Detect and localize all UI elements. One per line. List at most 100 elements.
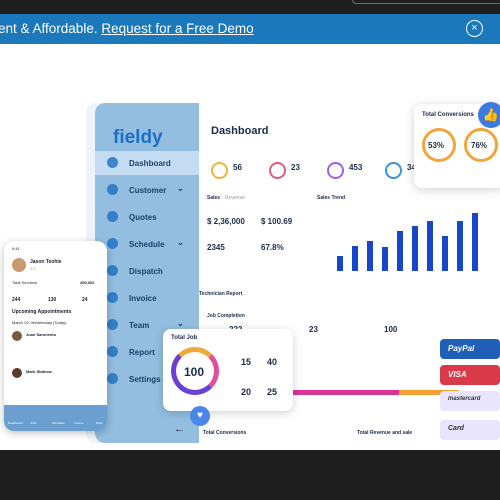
phone-time: 9:41: [12, 246, 20, 251]
sidebar-item-schedule[interactable]: Schedule ⌄: [95, 232, 199, 256]
phone-nav-schedule[interactable]: Schedule: [52, 421, 65, 425]
job-value-3: 100: [384, 325, 398, 334]
chevron-down-icon: ⌄: [177, 184, 184, 193]
nav-icon: [107, 373, 118, 384]
appointment-1-name[interactable]: Juan Sarmiento: [26, 332, 56, 337]
banner-text: ent & Affordable. Request for a Free Dem…: [0, 21, 254, 36]
nav-icon: [107, 346, 118, 357]
sales-value-1: $ 2,36,000: [207, 217, 245, 226]
trend-bar: [412, 226, 418, 271]
top-strip: [0, 0, 500, 14]
page-title: Dashboard: [211, 125, 269, 137]
sales-value-4: 67.8%: [261, 243, 284, 252]
heart-icon: ♥: [190, 406, 210, 426]
sidebar-item-label: Schedule: [129, 240, 165, 249]
job-item-1: 15: [241, 357, 252, 367]
appointment-date: March 02, Wednesday (Today): [12, 320, 67, 325]
free-demo-link[interactable]: Request for a Free Demo: [101, 21, 253, 36]
job-value-2: 23: [309, 325, 318, 334]
trend-bar: [427, 221, 433, 271]
sidebar-item-dispatch[interactable]: Dispatch: [95, 259, 199, 283]
sidebar-item-invoice[interactable]: Invoice: [95, 286, 199, 310]
trend-bar: [397, 231, 403, 271]
nav-icon: [107, 184, 118, 195]
appointment-2-name[interactable]: Mark Stathew: [26, 369, 52, 374]
phone-nav-more[interactable]: More: [96, 421, 103, 425]
visa-card: VISA: [440, 365, 500, 385]
nav-icon: [107, 211, 118, 222]
stat-icon: [385, 162, 402, 179]
total-services-label: Total Services: [12, 280, 37, 285]
sidebar-item-dashboard[interactable]: Dashboard: [95, 151, 199, 175]
total-job-value: 100: [184, 365, 205, 379]
sales-tab[interactable]: Sales: [207, 195, 220, 201]
trend-bar: [442, 236, 448, 271]
total-services-value: 250,002: [80, 280, 95, 285]
paypal-card: PayPal: [440, 339, 500, 359]
nav-icon: [107, 265, 118, 276]
jobs-value-2: 130: [48, 297, 57, 303]
nav-icon: [107, 238, 118, 249]
sidebar-item-label: Dispatch: [129, 267, 163, 276]
stat-icon: [211, 162, 228, 179]
stat-icon: [269, 162, 286, 179]
conversion-value-2: 76%: [471, 141, 488, 150]
stat-icon: [327, 162, 344, 179]
phone-nav-invoice[interactable]: Invoice: [74, 421, 84, 425]
phone-user-name: Jason Teohie: [30, 259, 62, 265]
bottom-strip: [0, 450, 500, 500]
job-item-4: 25: [267, 387, 278, 397]
total-conversions-bottom: Total Conversions: [203, 430, 247, 436]
back-arrow-icon[interactable]: ←: [174, 423, 185, 435]
close-icon[interactable]: ×: [466, 20, 483, 37]
conversions-card-title: Total Conversions: [422, 112, 474, 118]
job-item-2: 40: [267, 357, 278, 367]
total-job-title: Total Job: [171, 335, 198, 341]
promo-banner: ent & Affordable. Request for a Free Dem…: [0, 14, 500, 44]
fieldy-logo: fieldy: [113, 127, 163, 148]
total-job-card: Total Job 100 15 40 20 25: [163, 329, 293, 411]
nav-icon: [107, 319, 118, 330]
revenue-tab[interactable]: Revenue: [225, 195, 245, 201]
apple-pay-card: Card: [440, 420, 500, 440]
phone-nav-jobs[interactable]: Jobs: [30, 421, 36, 425]
sidebar-item-quotes[interactable]: Quotes: [95, 205, 199, 229]
trend-bar: [472, 213, 478, 271]
avatar: [12, 368, 22, 378]
sales-trend-title: Sales Trend: [317, 195, 346, 201]
sidebar-item-label: Invoice: [129, 294, 157, 303]
upcoming-label: Upcoming Appointments: [12, 309, 72, 315]
phone-nav-dashboard[interactable]: Dashboard: [8, 421, 23, 425]
phone-bottom-nav: Dashboard Jobs Schedule Invoice More: [4, 405, 107, 431]
top-button-outline[interactable]: [352, 0, 500, 4]
sidebar-item-label: Dashboard: [129, 159, 171, 168]
progress-bar: [289, 390, 399, 395]
phone-rating: 4.9: [30, 266, 36, 271]
phone-mockup: 9:41 Jason Teohie 4.9 Total Services 250…: [4, 241, 107, 431]
conversion-value-1: 53%: [428, 141, 445, 150]
banner-message: ent & Affordable.: [0, 21, 102, 36]
sidebar-item-label: Settings: [129, 375, 161, 384]
sales-value-2: $ 100.69: [261, 217, 293, 226]
stat-value: 23: [291, 163, 300, 172]
trend-bar: [367, 241, 373, 271]
sidebar-item-label: Customer: [129, 186, 167, 195]
mastercard-card: mastercard: [440, 391, 500, 411]
trend-bar: [352, 246, 358, 271]
stat-value: 56: [233, 163, 242, 172]
thumbs-up-icon: 👍: [478, 102, 500, 128]
trend-bar: [457, 221, 463, 271]
total-revenue-bottom: Total Revenue and sale: [357, 430, 413, 436]
chevron-down-icon: ⌄: [177, 238, 184, 247]
avatar: [12, 258, 26, 272]
avatar: [12, 331, 22, 341]
sales-value-3: 2345: [207, 243, 225, 252]
sidebar-item-label: Team: [129, 321, 150, 330]
nav-icon: [107, 157, 118, 168]
jobs-value-1: 244: [12, 297, 21, 303]
jobs-value-3: 24: [82, 297, 88, 303]
stat-value: 453: [349, 163, 363, 172]
sidebar-item-customer[interactable]: Customer ⌄: [95, 178, 199, 202]
job-completion-title: Job Completion: [207, 313, 245, 319]
trend-bar: [337, 256, 343, 271]
